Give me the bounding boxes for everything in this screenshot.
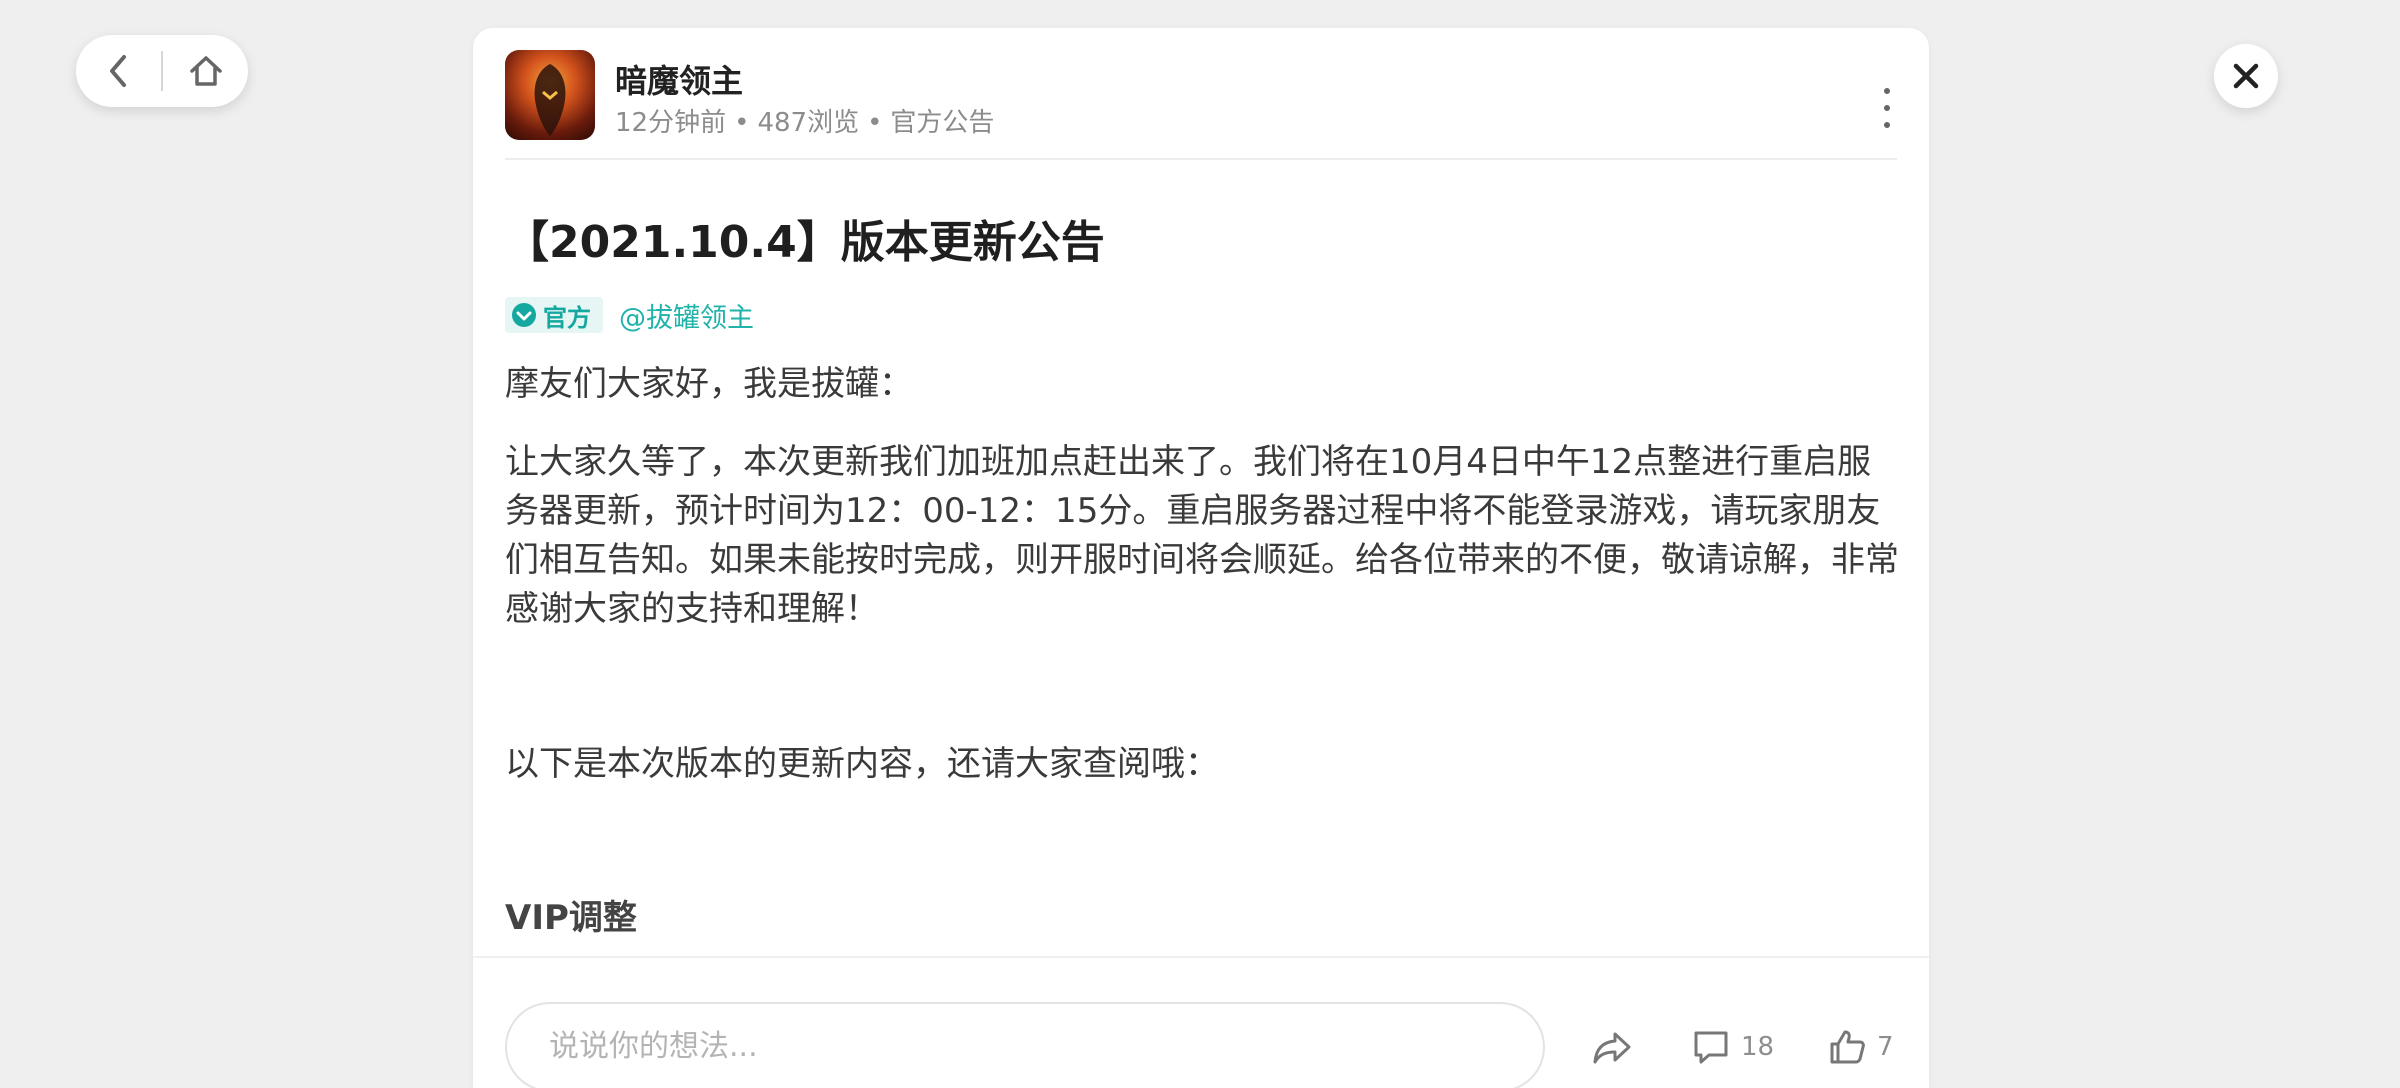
section-heading: VIP调整 <box>505 898 637 938</box>
meta-separator: • <box>867 108 883 138</box>
author-name[interactable]: 暗魔领主 <box>615 56 743 102</box>
post-category[interactable]: 官方公告 <box>890 108 994 138</box>
chevron-left-icon <box>109 55 126 87</box>
thumbs-up-icon <box>1830 1030 1865 1064</box>
more-button[interactable] <box>1877 88 1897 128</box>
intro-paragraph: 以下是本次版本的更新内容，还请大家查阅哦： <box>505 744 1219 784</box>
mention-link[interactable]: @拔罐领主 <box>619 296 754 335</box>
post-meta: 12分钟前 • 487浏览 • 官方公告 <box>615 102 994 139</box>
body-paragraph: 让大家久等了，本次更新我们加班加点赶出来了。我们将在10月4日中午12点整进行重… <box>505 442 1899 629</box>
share-button[interactable] <box>1591 1022 1633 1072</box>
bottom-action-bar: 说说你的想法... 18 7 <box>473 956 1929 1088</box>
official-badge: 官方 <box>505 297 603 333</box>
comment-input[interactable]: 说说你的想法... <box>505 1002 1545 1088</box>
comment-icon <box>1694 1031 1728 1064</box>
close-button[interactable] <box>2214 44 2278 108</box>
greeting-paragraph: 摩友们大家好，我是拔罐： <box>505 364 913 404</box>
like-count: 7 <box>1877 1032 1894 1062</box>
nav-pill <box>76 35 248 107</box>
avatar[interactable] <box>505 50 595 140</box>
view-count: 487浏览 <box>757 108 860 138</box>
post-time: 12分钟前 <box>615 108 727 138</box>
author-row: 暗魔领主 12分钟前 • 487浏览 • 官方公告 <box>505 50 1897 160</box>
post-card: 暗魔领主 12分钟前 • 487浏览 • 官方公告 【2021.10.4】版本更新公告 … <box>473 28 1929 1088</box>
like-button[interactable]: 7 <box>1827 1022 1894 1072</box>
meta-separator: • <box>734 108 750 138</box>
home-icon <box>189 56 222 86</box>
close-icon <box>2233 63 2259 89</box>
game-logo-icon <box>534 64 566 136</box>
post-title: 【2021.10.4】版本更新公告 <box>505 217 1105 268</box>
share-icon <box>1593 1032 1631 1064</box>
back-button[interactable] <box>76 35 161 107</box>
home-button[interactable] <box>163 35 248 107</box>
comment-button[interactable]: 18 <box>1691 1022 1774 1072</box>
official-label: 官方 <box>543 303 591 332</box>
tag-row: 官方 @拔罐领主 <box>505 296 754 334</box>
verified-icon <box>512 303 536 327</box>
comment-count: 18 <box>1741 1032 1775 1062</box>
more-vertical-icon <box>1884 88 1890 94</box>
